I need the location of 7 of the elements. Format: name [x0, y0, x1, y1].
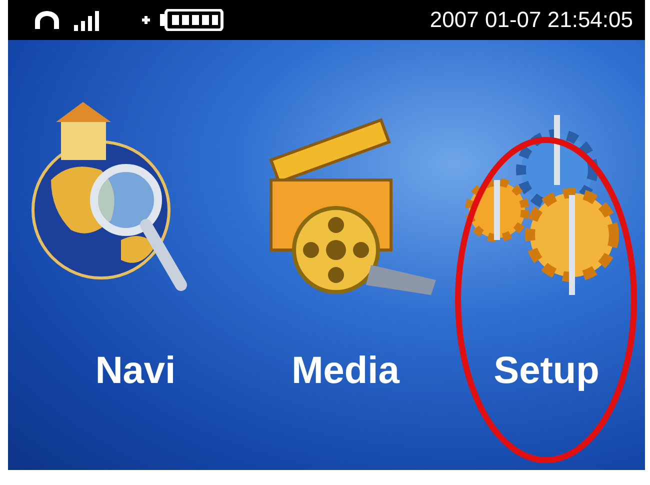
signal-icon	[74, 9, 102, 31]
menu-label[interactable]: Setup	[494, 350, 600, 393]
date-time: 2007 01-07 21:54:05	[430, 7, 633, 33]
menu-label[interactable]: Navi	[95, 350, 176, 393]
menu-label[interactable]: Media	[292, 350, 400, 393]
battery-charging-icon	[142, 9, 224, 31]
headphones-icon	[32, 9, 62, 31]
